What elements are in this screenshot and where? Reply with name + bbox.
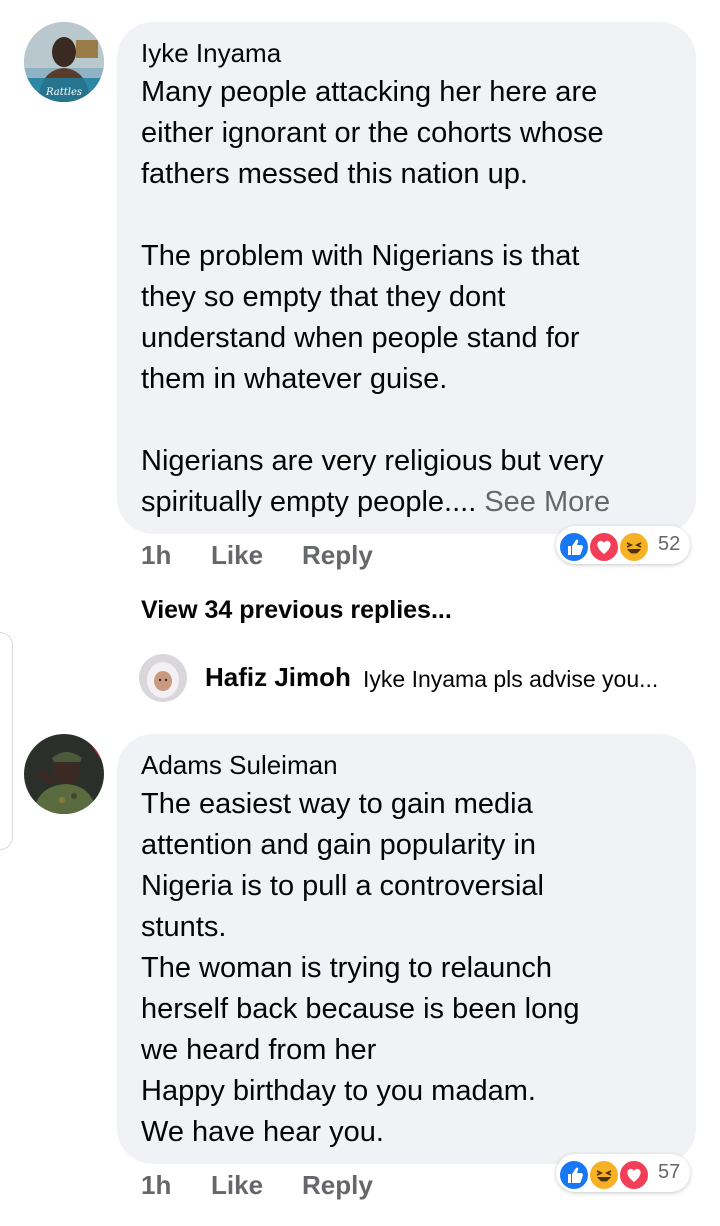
- avatar-hafiz-jimoh[interactable]: [139, 654, 187, 702]
- reactions-summary[interactable]: 57: [556, 1154, 690, 1192]
- reactions-summary[interactable]: 52: [556, 526, 690, 564]
- thread-line: [0, 632, 13, 850]
- like-icon: [558, 531, 590, 563]
- like-button[interactable]: Like: [211, 540, 263, 571]
- comment-text: The easiest way to gain media attention …: [141, 788, 580, 1148]
- see-more-link[interactable]: See More: [476, 486, 610, 518]
- avatar-iyke-inyama[interactable]: Rattles: [24, 22, 104, 102]
- comment-author[interactable]: Iyke Inyama: [141, 38, 281, 69]
- reply-author[interactable]: Hafiz Jimoh: [205, 662, 351, 693]
- comment-actions: 1h Like Reply: [141, 1170, 441, 1202]
- reply-button[interactable]: Reply: [302, 1170, 373, 1201]
- avatar-adams-suleiman[interactable]: [24, 734, 104, 814]
- reply-text: Iyke Inyama pls advise you...: [363, 666, 659, 692]
- comment-time[interactable]: 1h: [141, 1170, 171, 1201]
- love-icon: [588, 531, 620, 563]
- like-icon: [558, 1159, 590, 1191]
- reaction-count: 52: [658, 533, 681, 555]
- comment-text: Many people attacking her here are eithe…: [141, 72, 681, 523]
- comment-author[interactable]: Adams Suleiman: [141, 750, 338, 781]
- love-icon: [618, 1159, 650, 1191]
- view-previous-replies[interactable]: View 34 previous replies...: [141, 596, 452, 625]
- haha-icon: [588, 1159, 620, 1191]
- like-button[interactable]: Like: [211, 1170, 263, 1201]
- comment-actions: 1h Like Reply: [141, 540, 441, 572]
- comment-time[interactable]: 1h: [141, 540, 171, 571]
- comment-body: Many people attacking her here are eithe…: [141, 76, 604, 518]
- reaction-count: 57: [658, 1161, 681, 1183]
- avatar-caption: Rattles: [45, 87, 82, 98]
- reply-button[interactable]: Reply: [302, 540, 373, 571]
- haha-icon: [618, 531, 650, 563]
